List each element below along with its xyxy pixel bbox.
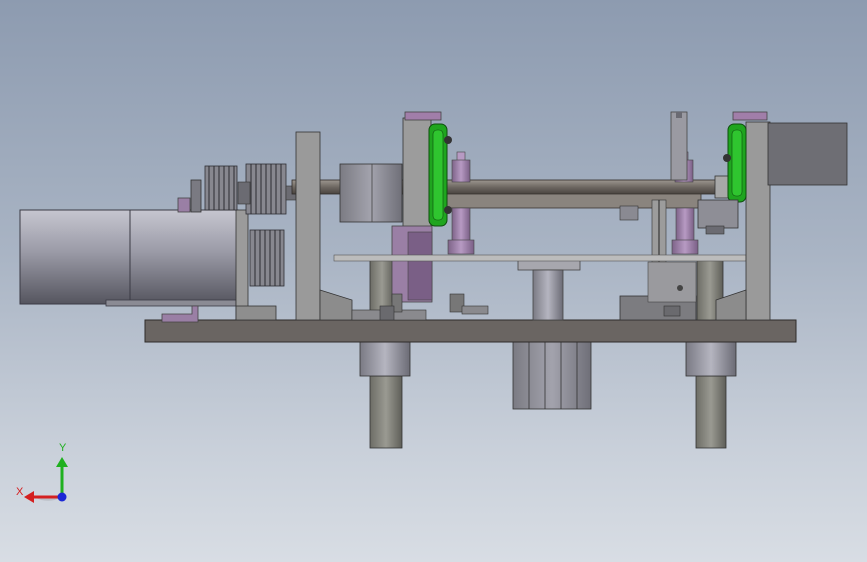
right-bearing-block [697, 199, 739, 235]
y-axis-label: Y [59, 442, 67, 454]
drive-motor [19, 209, 239, 323]
slide-carriage [619, 261, 697, 321]
center-cylinder [517, 259, 581, 321]
shaft-clamp-block [619, 205, 639, 221]
slide-rail [333, 254, 747, 262]
lower-leg-right [685, 341, 737, 449]
left-bearing-housing [339, 163, 403, 223]
coordinate-triad [24, 457, 68, 503]
right-motor-box [767, 122, 848, 186]
assembly-model[interactable] [0, 0, 867, 562]
cad-viewport[interactable]: Y X [0, 0, 867, 562]
lower-leg-left [359, 341, 411, 449]
base-plate [144, 319, 797, 343]
left-green-pulley [428, 123, 452, 227]
lower-cylinder-block [512, 341, 592, 410]
x-axis-label: X [16, 486, 24, 498]
left-bracket [295, 131, 353, 321]
z-axis-dot-icon [57, 492, 67, 502]
